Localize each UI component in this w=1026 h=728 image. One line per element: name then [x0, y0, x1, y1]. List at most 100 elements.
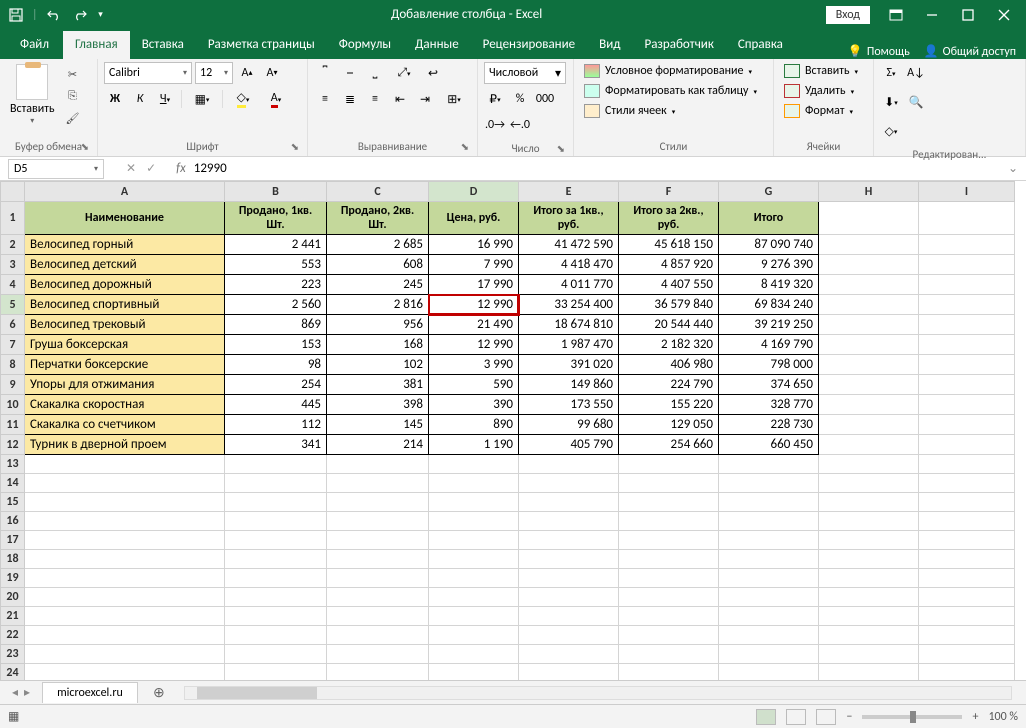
cell[interactable]: 149 860 — [519, 375, 619, 395]
insert-cells-button[interactable]: Вставить▾ — [780, 62, 862, 80]
cell[interactable]: 41 472 590 — [519, 235, 619, 255]
cell[interactable]: 798 000 — [719, 355, 819, 375]
cell[interactable] — [225, 455, 327, 474]
col-header-H[interactable]: H — [819, 182, 919, 202]
cell[interactable] — [327, 531, 429, 550]
cell[interactable] — [25, 645, 225, 664]
worksheet-grid[interactable]: ABCDEFGHI1НаименованиеПродано, 1кв. Шт.П… — [0, 181, 1026, 680]
comma-format-button[interactable]: 000 — [534, 88, 556, 110]
cell[interactable] — [225, 531, 327, 550]
cell[interactable]: 381 — [327, 375, 429, 395]
cell[interactable] — [327, 588, 429, 607]
percent-format-button[interactable]: % — [509, 88, 531, 110]
row-header-11[interactable]: 11 — [1, 415, 25, 435]
cell[interactable]: Скакалка скоростная — [25, 395, 225, 415]
cell[interactable]: 4 857 920 — [619, 255, 719, 275]
cell[interactable] — [919, 645, 1015, 664]
row-header-7[interactable]: 7 — [1, 335, 25, 355]
cell[interactable]: 405 790 — [519, 435, 619, 455]
row-header-12[interactable]: 12 — [1, 435, 25, 455]
cell[interactable] — [719, 645, 819, 664]
cell[interactable] — [819, 664, 919, 681]
cell[interactable]: 2 560 — [225, 295, 327, 315]
clear-button[interactable]: ◇▾ — [880, 120, 902, 142]
cell[interactable] — [327, 607, 429, 626]
table-header[interactable]: Итого — [719, 202, 819, 235]
cell[interactable] — [819, 474, 919, 493]
cell[interactable] — [519, 664, 619, 681]
cell[interactable] — [719, 664, 819, 681]
cell[interactable]: 341 — [225, 435, 327, 455]
cell[interactable] — [25, 474, 225, 493]
cell[interactable]: 245 — [327, 275, 429, 295]
tab-формулы[interactable]: Формулы — [327, 31, 403, 59]
row-header-1[interactable]: 1 — [1, 202, 25, 235]
cell[interactable] — [225, 569, 327, 588]
decrease-font-button[interactable]: A▾ — [261, 62, 283, 84]
cell[interactable]: 18 674 810 — [519, 315, 619, 335]
cell[interactable]: Велосипед трековый — [25, 315, 225, 335]
tab-разметка страницы[interactable]: Разметка страницы — [196, 31, 327, 59]
cell[interactable] — [519, 626, 619, 645]
cell[interactable]: 112 — [225, 415, 327, 435]
cell[interactable] — [819, 645, 919, 664]
increase-indent-button[interactable]: ⇥ — [414, 88, 436, 110]
cell[interactable]: 608 — [327, 255, 429, 275]
tab-вид[interactable]: Вид — [587, 31, 632, 59]
cell[interactable] — [719, 588, 819, 607]
delete-cells-button[interactable]: Удалить▾ — [780, 82, 862, 100]
align-left-button[interactable]: ≡ — [314, 88, 336, 110]
record-macro-icon[interactable]: ▦ — [8, 709, 19, 724]
col-header-B[interactable]: B — [225, 182, 327, 202]
col-header-C[interactable]: C — [327, 182, 429, 202]
cell[interactable] — [429, 550, 519, 569]
page-layout-view-button[interactable] — [786, 709, 806, 725]
cell[interactable]: 87 090 740 — [719, 235, 819, 255]
number-dialog-launcher[interactable]: ⬊ — [557, 142, 565, 155]
cell[interactable]: Упоры для отжимания — [25, 375, 225, 395]
zoom-in-button[interactable]: + — [972, 710, 978, 724]
format-as-table-button[interactable]: Форматировать как таблицу▾ — [580, 82, 761, 100]
maximize-button[interactable] — [950, 4, 986, 26]
increase-font-button[interactable]: A▴ — [236, 62, 258, 84]
tell-me[interactable]: 💡Помощь — [848, 44, 910, 59]
cell[interactable]: Груша боксерская — [25, 335, 225, 355]
cell[interactable] — [519, 645, 619, 664]
cell[interactable] — [719, 626, 819, 645]
cell[interactable] — [225, 512, 327, 531]
cell[interactable]: 33 254 400 — [519, 295, 619, 315]
cell[interactable] — [719, 607, 819, 626]
redo-button[interactable] — [68, 4, 92, 26]
zoom-level[interactable]: 100 % — [988, 710, 1018, 724]
cell[interactable]: 228 730 — [719, 415, 819, 435]
cell[interactable] — [327, 512, 429, 531]
cell[interactable]: 45 618 150 — [619, 235, 719, 255]
borders-button[interactable]: ▦▾ — [187, 88, 217, 110]
cell[interactable]: Велосипед горный — [25, 235, 225, 255]
row-header-23[interactable]: 23 — [1, 645, 25, 664]
align-right-button[interactable]: ≡ — [364, 88, 386, 110]
cell[interactable]: 20 544 440 — [619, 315, 719, 335]
table-header[interactable]: Цена, руб. — [429, 202, 519, 235]
cell[interactable] — [919, 512, 1015, 531]
align-bottom-button[interactable]: ⎵ — [364, 62, 386, 84]
cell[interactable]: 1 190 — [429, 435, 519, 455]
tab-главная[interactable]: Главная — [63, 31, 130, 59]
cell[interactable] — [519, 550, 619, 569]
cell[interactable] — [429, 493, 519, 512]
cell[interactable]: 4 407 550 — [619, 275, 719, 295]
row-header-3[interactable]: 3 — [1, 255, 25, 275]
cell[interactable] — [327, 569, 429, 588]
cell[interactable] — [225, 626, 327, 645]
cell[interactable] — [225, 664, 327, 681]
paste-button[interactable]: Вставить ▾ — [6, 62, 59, 128]
cell[interactable] — [819, 512, 919, 531]
cell[interactable] — [719, 493, 819, 512]
cell[interactable]: 69 834 240 — [719, 295, 819, 315]
cell[interactable] — [819, 626, 919, 645]
table-header[interactable]: Итого за 1кв., руб. — [519, 202, 619, 235]
accounting-format-button[interactable]: ₽▾ — [484, 88, 506, 110]
row-header-14[interactable]: 14 — [1, 474, 25, 493]
zoom-slider[interactable] — [862, 715, 962, 719]
enter-formula-icon[interactable]: ✓ — [146, 161, 156, 176]
